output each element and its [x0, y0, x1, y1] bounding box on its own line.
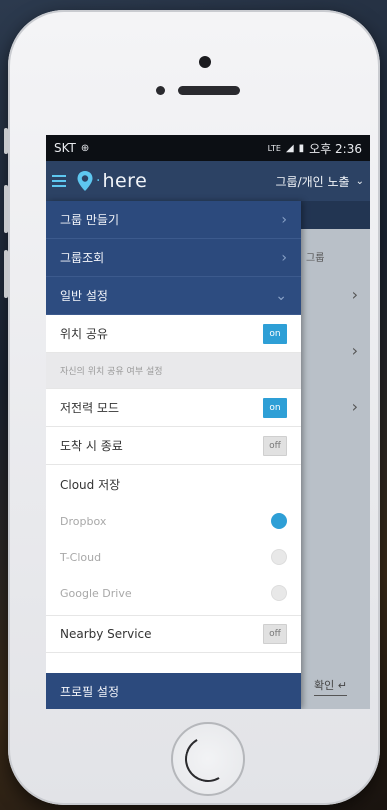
cloud-option-label: Google Drive [60, 586, 132, 600]
phone-screen: SKT ⊕ LTE ◢ ▮ 오후 2:36 · here 그룹/개인 노출 ⌄ … [46, 135, 370, 709]
menu-item-label: 일반 설정 [60, 289, 108, 303]
front-camera [199, 56, 211, 68]
phone-frame: SKT ⊕ LTE ◢ ▮ 오후 2:36 · here 그룹/개인 노출 ⌄ … [4, 10, 380, 805]
setting-cloud-title: Cloud 저장 [46, 465, 301, 503]
cloud-option-label: T-Cloud [60, 550, 102, 564]
cloud-option-label: Dropbox [60, 514, 107, 528]
setting-label: 저전력 모드 [60, 401, 120, 415]
carrier-label: SKT [54, 141, 76, 155]
home-button[interactable] [171, 722, 245, 796]
setting-label: Cloud 저장 [60, 477, 121, 492]
chevron-right-icon: › [281, 211, 287, 228]
proximity-sensor [156, 86, 165, 95]
location-share-toggle[interactable]: on [263, 323, 287, 344]
nearby-toggle[interactable]: off [263, 624, 287, 644]
clock: 오후 2:36 [309, 141, 362, 156]
cloud-option-tcloud[interactable]: T-Cloud [46, 539, 301, 575]
arrival-end-toggle[interactable]: off [263, 435, 287, 456]
setting-label: 도착 시 종료 [60, 439, 123, 453]
chevron-down-icon: ⌄ [355, 175, 364, 187]
setting-power-save: 저전력 모드 on [46, 389, 301, 427]
background-chevron-icon: › [351, 341, 358, 360]
nav-drawer: 그룹 만들기 › 그룹조회 › 일반 설정 ⌄ 위치 공유 on 자신의 위치 … [46, 201, 301, 709]
background-chevron-icon: › [351, 397, 358, 416]
mute-switch [4, 128, 8, 154]
menu-item-label: 그룹 만들기 [60, 213, 120, 227]
group-visibility-label: 그룹/개인 노출 [275, 174, 350, 189]
location-pin-icon [77, 171, 93, 191]
menu-icon[interactable] [52, 175, 66, 187]
setting-arrival-end: 도착 시 종료 off [46, 427, 301, 465]
cloud-option-dropbox[interactable]: Dropbox [46, 503, 301, 539]
setting-label: 위치 공유 [60, 327, 108, 341]
radio-selected-icon[interactable] [271, 513, 287, 529]
volume-up-button [4, 185, 8, 233]
setting-nearby: Nearby Service off [46, 615, 301, 653]
logo-text: here [102, 170, 148, 192]
chevron-down-icon: ⌄ [275, 287, 287, 304]
radio-unselected-icon[interactable] [271, 549, 287, 565]
setting-location-share: 위치 공유 on [46, 315, 301, 353]
power-save-toggle[interactable]: on [263, 397, 287, 418]
setting-description-text: 자신의 위치 공유 여부 설정 [60, 367, 163, 377]
earpiece-speaker [178, 86, 240, 95]
background-ok-button: 확인 ↵ [314, 677, 347, 696]
menu-item-general-settings[interactable]: 일반 설정 ⌄ [46, 277, 301, 315]
gps-icon: ⊕ [80, 142, 90, 154]
app-logo: · here [76, 170, 147, 192]
network-label: LTE [267, 143, 281, 153]
background-label: 그룹 [306, 253, 325, 264]
signal-icon: ◢ [285, 142, 294, 154]
background-chevron-icon: › [351, 285, 358, 304]
chevron-right-icon: › [281, 249, 287, 266]
radio-unselected-icon[interactable] [271, 585, 287, 601]
group-visibility-select[interactable]: 그룹/개인 노출 ⌄ [276, 173, 365, 190]
menu-item-create-group[interactable]: 그룹 만들기 › [46, 201, 301, 239]
setting-description: 자신의 위치 공유 여부 설정 [46, 353, 301, 389]
cloud-option-google-drive[interactable]: Google Drive [46, 575, 301, 611]
volume-down-button [4, 250, 8, 298]
status-bar: SKT ⊕ LTE ◢ ▮ 오후 2:36 [46, 135, 370, 161]
app-bar: · here 그룹/개인 노출 ⌄ [46, 161, 370, 201]
battery-icon: ▮ [298, 142, 305, 154]
menu-item-label: 그룹조회 [60, 251, 105, 265]
setting-label: Nearby Service [60, 627, 152, 641]
menu-item-view-groups[interactable]: 그룹조회 › [46, 239, 301, 277]
menu-item-label: 프로필 설정 [60, 684, 120, 699]
menu-item-profile-settings[interactable]: 프로필 설정 [46, 673, 301, 709]
